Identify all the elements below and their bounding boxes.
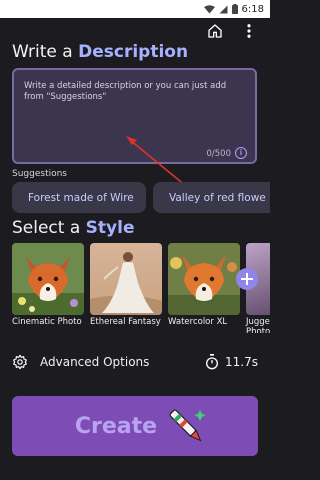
suggestion-chip[interactable]: Valley of red flowe xyxy=(153,182,270,213)
status-time: 6:18 xyxy=(241,3,264,15)
style-label: Ethereal Fantasy xyxy=(90,317,161,327)
woman-thumbnail xyxy=(90,243,162,315)
timer-value: 11.7s xyxy=(225,355,258,369)
fox-thumbnail xyxy=(12,243,84,315)
style-list: Cinematic Photo Ethereal Fantasy Waterco… xyxy=(12,243,270,333)
signal-icon xyxy=(219,5,228,14)
pen-icon xyxy=(169,409,206,442)
fox-thumbnail xyxy=(168,243,240,315)
style-card-ethereal-fantasy[interactable]: Ethereal Fantasy xyxy=(90,243,162,331)
add-icon xyxy=(241,273,253,285)
character-counter: 0/500 xyxy=(206,149,232,159)
style-heading-accent: Style xyxy=(85,218,135,238)
more-options-button[interactable] xyxy=(242,22,256,40)
advanced-options-label: Advanced Options xyxy=(40,355,150,369)
more-vert-icon xyxy=(247,24,251,38)
gear-icon xyxy=(13,354,27,370)
description-heading-accent: Description xyxy=(78,42,189,62)
home-icon xyxy=(208,24,222,38)
description-input[interactable]: Write a detailed description or you can … xyxy=(12,68,257,164)
style-heading-prefix: Select a xyxy=(12,218,81,238)
suggestions-label: Suggestions xyxy=(12,169,67,179)
home-button[interactable] xyxy=(206,22,224,40)
description-heading-prefix: Write a xyxy=(12,42,73,62)
top-app-bar xyxy=(0,18,270,44)
style-label: Watercolor XL xyxy=(168,317,228,327)
description-placeholder: Write a detailed description or you can … xyxy=(24,81,227,102)
add-style-button[interactable] xyxy=(236,268,258,290)
timer-icon xyxy=(206,354,219,370)
advanced-options-row[interactable]: Advanced Options 11.7s xyxy=(12,350,258,374)
status-bar: 6:18 xyxy=(0,0,270,18)
wifi-icon xyxy=(203,4,215,14)
style-heading: Select a Style xyxy=(12,218,134,238)
info-icon[interactable]: i xyxy=(235,147,247,159)
suggestions-list: Forest made of Wire Valley of red flowe xyxy=(12,182,270,214)
suggestion-chip[interactable]: Forest made of Wire xyxy=(12,182,146,213)
style-label: Cinematic Photo xyxy=(12,317,82,327)
generation-timer: 11.7s xyxy=(205,354,258,370)
style-card-watercolor-xl[interactable]: Watercolor XL xyxy=(168,243,240,331)
create-label: Create xyxy=(74,413,158,439)
battery-icon xyxy=(231,4,238,14)
create-button[interactable]: Create xyxy=(12,396,258,456)
description-heading: Write a Description xyxy=(12,42,188,62)
style-card-cinematic-photo[interactable]: Cinematic Photo xyxy=(12,243,84,331)
style-label: Jugge Photo xyxy=(246,317,270,333)
